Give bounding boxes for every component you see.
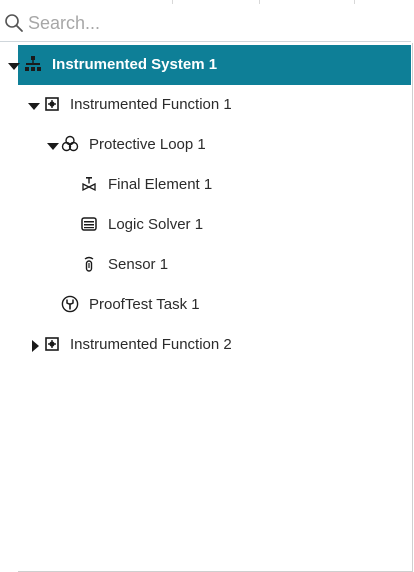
tree-node-instrumented-system-1[interactable]: Instrumented System 1 (8, 45, 411, 85)
asset-tree: Instrumented System 1 Instrumented Funct… (8, 43, 413, 572)
tree-node-label: Final Element 1 (108, 176, 213, 193)
search-icon[interactable] (4, 13, 24, 33)
function-icon (43, 335, 61, 353)
tree-node-label: Instrumented Function 1 (70, 96, 232, 113)
expand-toggle-icon[interactable] (47, 139, 59, 151)
tree-node-logic-solver-1[interactable]: Logic Solver 1 (18, 205, 411, 245)
search-input[interactable] (28, 9, 398, 37)
tree-node-label: Protective Loop 1 (89, 136, 206, 153)
tree-node-label: Instrumented Function 2 (70, 336, 232, 353)
tree-node-label: Sensor 1 (108, 256, 169, 273)
hierarchy-icon (24, 55, 42, 73)
tree-gutter (0, 43, 18, 572)
tree-node-instrumented-function-2[interactable]: Instrumented Function 2 (18, 325, 411, 365)
logic-solver-icon (80, 215, 98, 233)
tree-node-sensor-1[interactable]: Sensor 1 (18, 245, 411, 285)
tree-node-label: ProofTest Task 1 (89, 296, 200, 313)
tree-node-protective-loop-1[interactable]: Protective Loop 1 (18, 125, 411, 165)
loop-icon (61, 135, 79, 153)
tree-node-final-element-1[interactable]: Final Element 1 (18, 165, 411, 205)
wrench-icon (61, 295, 79, 313)
search-bar (0, 4, 411, 42)
tree-node-label: Instrumented System 1 (52, 56, 218, 73)
sensor-icon (80, 255, 98, 273)
tree-node-prooftest-task-1[interactable]: ProofTest Task 1 (18, 285, 411, 325)
tree-node-instrumented-function-1[interactable]: Instrumented Function 1 (18, 85, 411, 125)
expand-toggle-icon[interactable] (28, 99, 40, 111)
function-icon (43, 95, 61, 113)
tree-node-label: Logic Solver 1 (108, 216, 204, 233)
collapse-toggle-icon[interactable] (29, 339, 41, 352)
final-element-icon (80, 175, 98, 193)
expand-toggle-icon[interactable] (8, 59, 20, 71)
